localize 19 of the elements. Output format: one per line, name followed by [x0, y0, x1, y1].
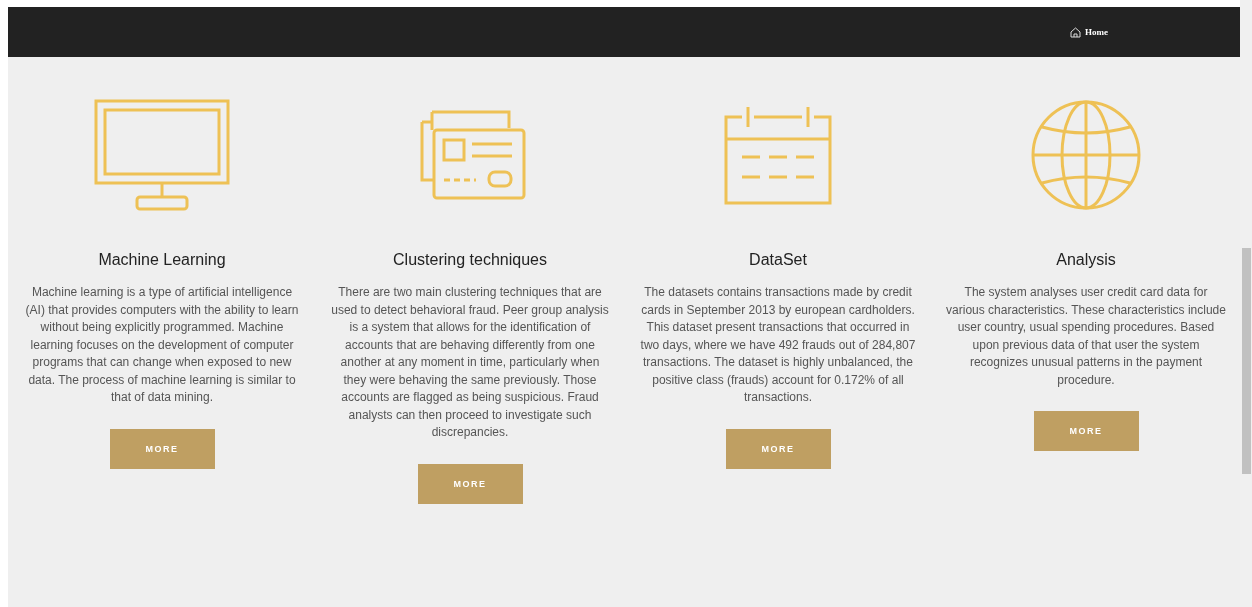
- more-button[interactable]: MORE: [1033, 411, 1139, 451]
- feature-title: Analysis: [1056, 251, 1116, 269]
- more-button[interactable]: MORE: [109, 428, 215, 469]
- calendar-icon: [722, 105, 834, 205]
- monitor-icon: [94, 99, 230, 211]
- feature-title: Clustering techniques: [393, 251, 547, 269]
- scrollbar[interactable]: [1240, 0, 1252, 607]
- feature-title: DataSet: [749, 251, 807, 269]
- feature-description: Machine learning is a type of artificial intelligence (AI) that provides computers with the ability to learn without being explicitly programmed. Machine learning focuses on the development of computer programs that can change when exposed to new data. The process of machine learning is similar to that of data mining.: [24, 284, 300, 406]
- more-button[interactable]: MORE: [417, 463, 523, 504]
- feature-description: The datasets contains transactions made by credit cards in September 2013 by european cardholders. This dataset present transactions that occurred in two days, where we have 492 frauds out of 284,807 transactions. The dataset is highly unbalanced, the positive class (frauds) account for 0.172% of all transactions.: [639, 284, 917, 406]
- more-button[interactable]: MORE: [725, 428, 831, 469]
- feature-description: The system analyses user credit card data for various characteristics. These characteristics include user country, usual spending procedures. Based upon previous data of that user the system recognizes unusual patterns in the payment procedure.: [946, 284, 1226, 389]
- feature-title: Machine Learning: [98, 251, 226, 269]
- feature-description: There are two main clustering techniques that are used to detect behavioral fraud. Peer group analysis is a system that allows for the identification of accounts that are behaving differently from one another at any moment in time, particularly when they were behaving the same previously. Those accounts are flagged as being suspicious. Fraud analysts can then proceed to investigate such discrepancies.: [330, 284, 610, 441]
- home-link[interactable]: Home: [1070, 26, 1108, 38]
- scrollbar-thumb[interactable]: [1242, 248, 1251, 474]
- globe-icon: [1030, 99, 1142, 211]
- home-icon: [1070, 26, 1081, 38]
